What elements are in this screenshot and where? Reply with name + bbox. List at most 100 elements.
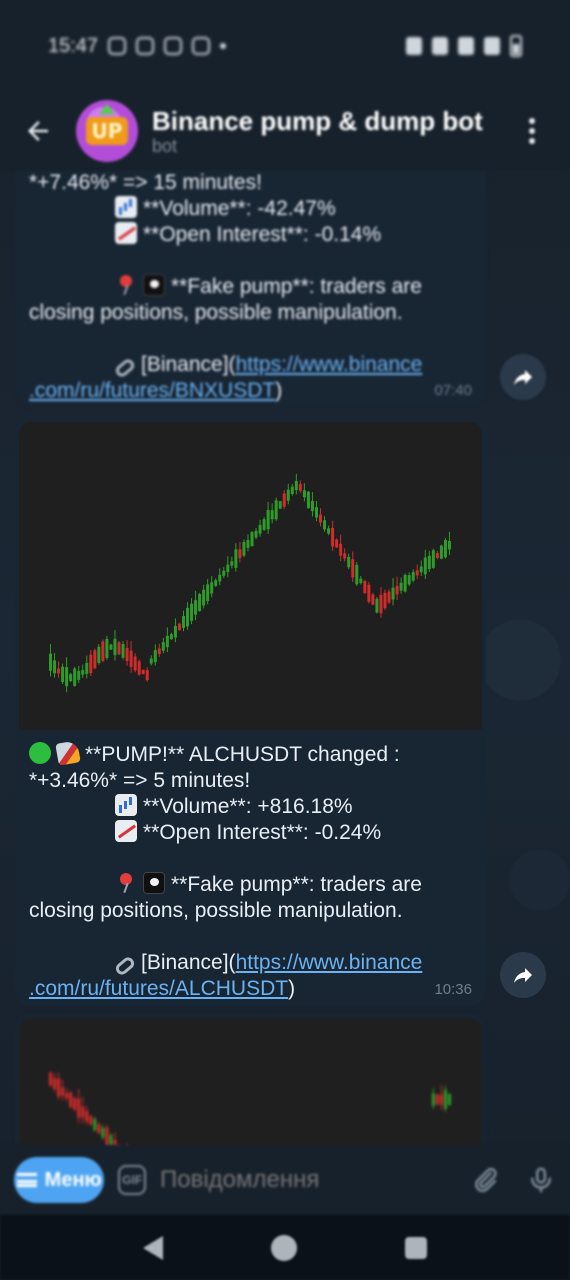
candle bbox=[335, 539, 339, 548]
forward-button[interactable] bbox=[500, 354, 546, 400]
candle bbox=[443, 539, 447, 558]
candle bbox=[286, 489, 290, 501]
nav-recents-button[interactable] bbox=[405, 1236, 427, 1259]
message-bubble[interactable] bbox=[15, 1014, 486, 1154]
message-bubble[interactable]: **PUMP!** ALCHUSDT changed : *+3.46%* =>… bbox=[15, 418, 486, 1006]
candle bbox=[137, 661, 141, 675]
message-input-bar: Меню GIF bbox=[0, 1145, 570, 1215]
candle bbox=[331, 527, 335, 547]
candle bbox=[339, 543, 343, 556]
bar-chart-icon bbox=[115, 196, 137, 218]
chat-subtitle: bot bbox=[152, 136, 178, 156]
nav-home-button[interactable] bbox=[271, 1234, 297, 1261]
trend-chart-icon bbox=[115, 222, 137, 244]
green-circle-icon bbox=[29, 742, 51, 764]
candle bbox=[169, 634, 173, 640]
candle bbox=[419, 566, 423, 573]
candle bbox=[181, 616, 185, 628]
candle bbox=[282, 493, 286, 507]
candle bbox=[81, 1106, 85, 1118]
candle bbox=[89, 1116, 93, 1125]
paperclip-icon bbox=[475, 1167, 497, 1193]
candle bbox=[266, 510, 270, 530]
up-arrow-icon bbox=[99, 104, 115, 114]
gif-button[interactable]: GIF bbox=[118, 1165, 146, 1195]
message-link-line: [Binance](https://www.binance bbox=[29, 352, 472, 380]
link-icon bbox=[113, 954, 137, 978]
price-chart-image[interactable] bbox=[19, 1018, 482, 1154]
message-bubble[interactable]: *+7.46%* => 15 minutes! **Volume**: -42.… bbox=[15, 170, 486, 407]
message-time: 07:40 bbox=[434, 382, 472, 399]
candle bbox=[411, 572, 415, 581]
message-input[interactable] bbox=[160, 1166, 470, 1194]
message-oi-line: **Open Interest**: -0.24% bbox=[29, 820, 472, 846]
back-button[interactable] bbox=[0, 92, 76, 170]
message-link-line-2: .com/ru/futures/BNXUSDT) bbox=[29, 379, 283, 402]
candle bbox=[314, 507, 318, 518]
candle bbox=[355, 564, 359, 585]
candle bbox=[194, 600, 198, 615]
candle bbox=[246, 540, 250, 548]
candle bbox=[234, 549, 238, 568]
message-headline: **PUMP!** ALCHUSDT changed : bbox=[29, 740, 472, 768]
candle bbox=[319, 514, 323, 523]
share-forward-icon bbox=[514, 370, 532, 385]
candle bbox=[97, 1124, 101, 1134]
candle bbox=[210, 582, 214, 594]
nav-back-button[interactable] bbox=[143, 1235, 163, 1260]
binance-link[interactable]: https://www.binance bbox=[236, 353, 423, 376]
candle bbox=[93, 1118, 97, 1131]
candle bbox=[351, 559, 355, 578]
forward-button[interactable] bbox=[500, 952, 546, 998]
candle bbox=[73, 1098, 77, 1110]
candle bbox=[198, 593, 202, 612]
candle bbox=[105, 638, 109, 659]
message-volume-line: **Volume**: -42.47% bbox=[29, 196, 472, 222]
candle bbox=[61, 1087, 65, 1096]
candle bbox=[431, 1093, 435, 1106]
candle bbox=[81, 670, 85, 675]
candle bbox=[186, 607, 190, 627]
candle bbox=[262, 519, 266, 530]
candle bbox=[65, 1093, 69, 1099]
candle bbox=[415, 570, 419, 576]
candle bbox=[302, 490, 306, 498]
candle bbox=[363, 580, 367, 594]
candle bbox=[427, 555, 431, 570]
candle bbox=[226, 564, 230, 573]
candle bbox=[145, 670, 149, 681]
message-fake-line: **Fake pump**: traders are bbox=[29, 872, 472, 898]
message-fake-line-2: closing positions, possible manipulation… bbox=[29, 899, 403, 922]
binance-link[interactable]: https://www.binance bbox=[236, 951, 423, 974]
bar-chart-icon bbox=[115, 794, 137, 816]
candle bbox=[161, 642, 165, 651]
candle bbox=[109, 644, 113, 650]
attach-button[interactable] bbox=[470, 1160, 500, 1200]
candle bbox=[61, 666, 65, 683]
signal-icon-2 bbox=[484, 37, 500, 55]
candle bbox=[327, 528, 331, 534]
candlestick-chart bbox=[49, 473, 451, 693]
candle bbox=[218, 574, 222, 582]
candle bbox=[423, 557, 427, 575]
candle bbox=[49, 653, 52, 671]
more-menu-button[interactable] bbox=[512, 118, 552, 144]
candle bbox=[93, 650, 97, 669]
candle bbox=[435, 553, 439, 558]
candle bbox=[89, 654, 93, 674]
chat-title-block[interactable]: Binance pump & dump bot bot bbox=[152, 106, 512, 156]
candle bbox=[431, 550, 435, 568]
price-chart-image[interactable] bbox=[19, 422, 482, 730]
binance-link-cont[interactable]: .com/ru/futures/ALCHUSDT bbox=[29, 977, 288, 1000]
bot-menu-button[interactable]: Меню bbox=[14, 1157, 105, 1203]
candle bbox=[85, 662, 89, 674]
binance-link-cont[interactable]: .com/ru/futures/BNXUSDT bbox=[29, 379, 275, 402]
candle bbox=[121, 644, 125, 658]
microphone-button[interactable] bbox=[526, 1160, 556, 1200]
candle bbox=[395, 585, 399, 595]
candle bbox=[323, 520, 327, 530]
candle bbox=[347, 556, 351, 568]
avatar[interactable]: UP bbox=[76, 100, 138, 162]
candle bbox=[101, 641, 105, 662]
candle bbox=[157, 648, 161, 655]
